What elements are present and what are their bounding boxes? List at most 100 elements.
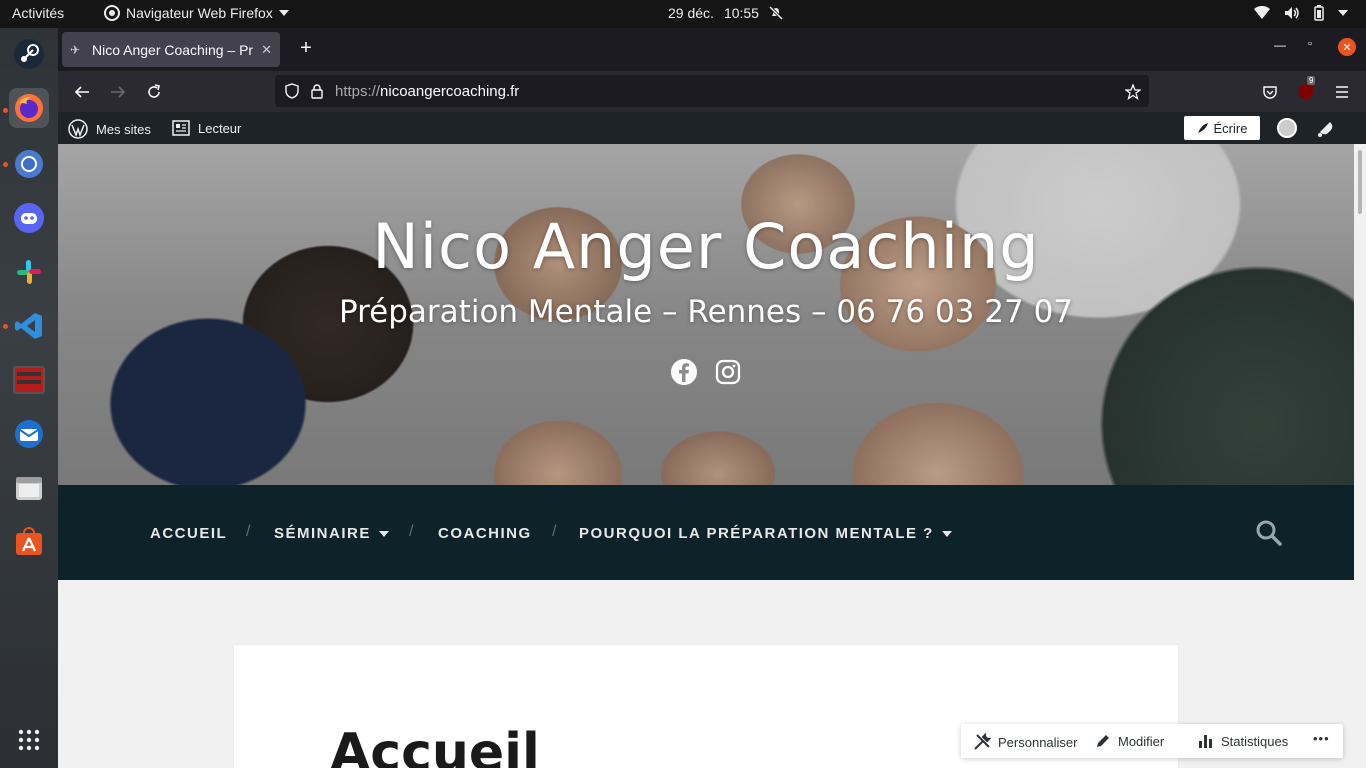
lock-icon[interactable]	[311, 83, 323, 99]
reader-icon	[172, 120, 190, 136]
nav-item-accueil[interactable]: ACCUEIL	[150, 525, 227, 542]
slack-icon	[17, 260, 41, 284]
nav-item-coaching[interactable]: COACHING	[438, 525, 532, 542]
site-description: Préparation Mentale – Rennes – 06 76 03 …	[338, 294, 1074, 330]
reload-button[interactable]	[142, 80, 166, 104]
ecrire-button[interactable]: Écrire	[1184, 116, 1260, 140]
facebook-link[interactable]	[670, 358, 698, 386]
maximize-button[interactable]: ▫	[1308, 38, 1312, 50]
stats-icon	[1199, 735, 1212, 748]
wp-customizer-bar: Personnaliser Modifier Statistiques •••	[961, 724, 1343, 758]
new-tab-button[interactable]: +	[294, 37, 318, 60]
pencil-icon	[1097, 735, 1109, 747]
battery-icon	[1314, 5, 1324, 21]
personnaliser-label: Personnaliser	[998, 734, 1078, 750]
scrollbar-thumb[interactable]	[1358, 150, 1362, 214]
nav-label: COACHING	[438, 525, 532, 542]
lecteur-label: Lecteur	[198, 120, 242, 136]
nav-label: ACCUEIL	[150, 525, 228, 542]
site-title[interactable]: Nico Anger Coaching	[58, 210, 1354, 283]
vscode-icon	[15, 313, 42, 339]
dock-thunderbird[interactable]	[9, 414, 49, 454]
hamburger-icon	[1336, 86, 1348, 98]
chevron-down-icon	[1338, 10, 1348, 16]
time-label: 10:55	[723, 5, 759, 21]
browser-tab[interactable]: ✈ Nico Anger Coaching – Pr ✕	[62, 32, 280, 67]
files-icon	[16, 477, 42, 500]
arrow-left-icon	[74, 86, 89, 98]
chevron-down-icon	[278, 10, 289, 16]
pocket-icon	[1263, 86, 1277, 99]
modifier-label: Modifier	[1118, 733, 1165, 749]
search-toggle[interactable]	[1254, 518, 1284, 548]
ublock-button[interactable]: 9	[1294, 76, 1318, 104]
shield-icon[interactable]	[285, 83, 299, 99]
terminal-icon	[13, 366, 45, 394]
personnaliser-button[interactable]: Personnaliser	[973, 733, 1078, 751]
modifier-button[interactable]: Modifier	[1095, 733, 1164, 749]
notifications-off-icon	[768, 6, 783, 20]
dock-app-grid[interactable]	[9, 720, 49, 760]
dock-files[interactable]	[9, 468, 49, 508]
url-bar[interactable]: https://nicoangercoaching.fr	[275, 75, 1149, 107]
instagram-link[interactable]	[714, 358, 742, 386]
bookmark-button[interactable]	[1121, 80, 1145, 104]
nav-label: POURQUOI LA PRÉPARATION MENTALE ?	[579, 525, 934, 542]
volume-icon	[1285, 7, 1299, 19]
quill-icon	[1197, 123, 1208, 133]
chevron-down-icon	[378, 530, 389, 537]
more-icon: •••	[1313, 731, 1330, 746]
page-title: Accueil	[330, 723, 540, 768]
browser-tab-bar: ✈ Nico Anger Coaching – Pr ✕ + — ▫ ✕	[58, 28, 1366, 71]
dock-vscode[interactable]	[9, 306, 49, 346]
close-tab-icon[interactable]: ✕	[261, 42, 272, 58]
mes-sites-link[interactable]: Mes sites	[68, 119, 151, 139]
more-options-button[interactable]: •••	[1313, 731, 1330, 746]
ublock-badge: 9	[1307, 76, 1316, 85]
dock-discord[interactable]	[9, 198, 49, 238]
nav-item-pourquoi[interactable]: POURQUOI LA PRÉPARATION MENTALE ?	[579, 525, 952, 542]
back-button[interactable]	[70, 80, 94, 104]
thunderbird-icon	[15, 420, 43, 448]
star-icon	[1125, 84, 1141, 100]
nav-item-seminaire[interactable]: SÉMINAIRE	[274, 525, 389, 542]
system-top-bar: Activités Navigateur Web Firefox 29 déc.…	[0, 0, 1366, 28]
app-menu-label: Navigateur Web Firefox	[126, 5, 273, 21]
pocket-button[interactable]	[1258, 80, 1282, 104]
chevron-down-icon	[941, 530, 952, 537]
wifi-icon	[1254, 6, 1270, 19]
nav-separator: /	[246, 523, 251, 540]
nav-label: SÉMINAIRE	[274, 525, 371, 542]
wordpress-icon	[68, 119, 88, 139]
dock-steam[interactable]	[9, 34, 49, 74]
close-window-button[interactable]: ✕	[1338, 38, 1356, 56]
forward-button[interactable]	[106, 80, 130, 104]
dock-slack[interactable]	[9, 252, 49, 292]
hero-header-image: Nico Anger Coaching Préparation Mentale …	[58, 144, 1354, 485]
tab-title: Nico Anger Coaching – Pr	[92, 41, 254, 58]
app-grid-icon	[18, 729, 40, 751]
statistiques-button[interactable]: Statistiques	[1198, 733, 1288, 749]
app-menu[interactable]: Navigateur Web Firefox	[104, 5, 289, 21]
lecteur-link[interactable]: Lecteur	[172, 120, 241, 136]
menu-button[interactable]	[1330, 80, 1354, 104]
system-tray[interactable]	[1254, 5, 1348, 21]
activities-button[interactable]: Activités	[12, 5, 64, 21]
url-host: nicoangercoaching.fr	[380, 82, 520, 100]
running-indicator	[3, 324, 8, 329]
ecrire-label: Écrire	[1213, 120, 1248, 136]
page-scrollbar[interactable]	[1354, 144, 1366, 768]
discord-icon	[14, 203, 44, 233]
dock-chrome[interactable]	[9, 144, 49, 184]
minimize-button[interactable]: —	[1274, 38, 1286, 52]
statistiques-label: Statistiques	[1221, 733, 1289, 749]
dock-software[interactable]	[9, 522, 49, 562]
nav-separator: /	[409, 523, 414, 540]
clock[interactable]: 29 déc. 10:55	[668, 5, 783, 21]
tools-icon	[974, 733, 991, 750]
notifications-button[interactable]	[1316, 118, 1336, 138]
dock-firefox[interactable]	[9, 88, 49, 128]
mes-sites-label: Mes sites	[96, 121, 151, 137]
avatar[interactable]	[1277, 118, 1297, 138]
dock-terminal[interactable]	[9, 360, 49, 400]
